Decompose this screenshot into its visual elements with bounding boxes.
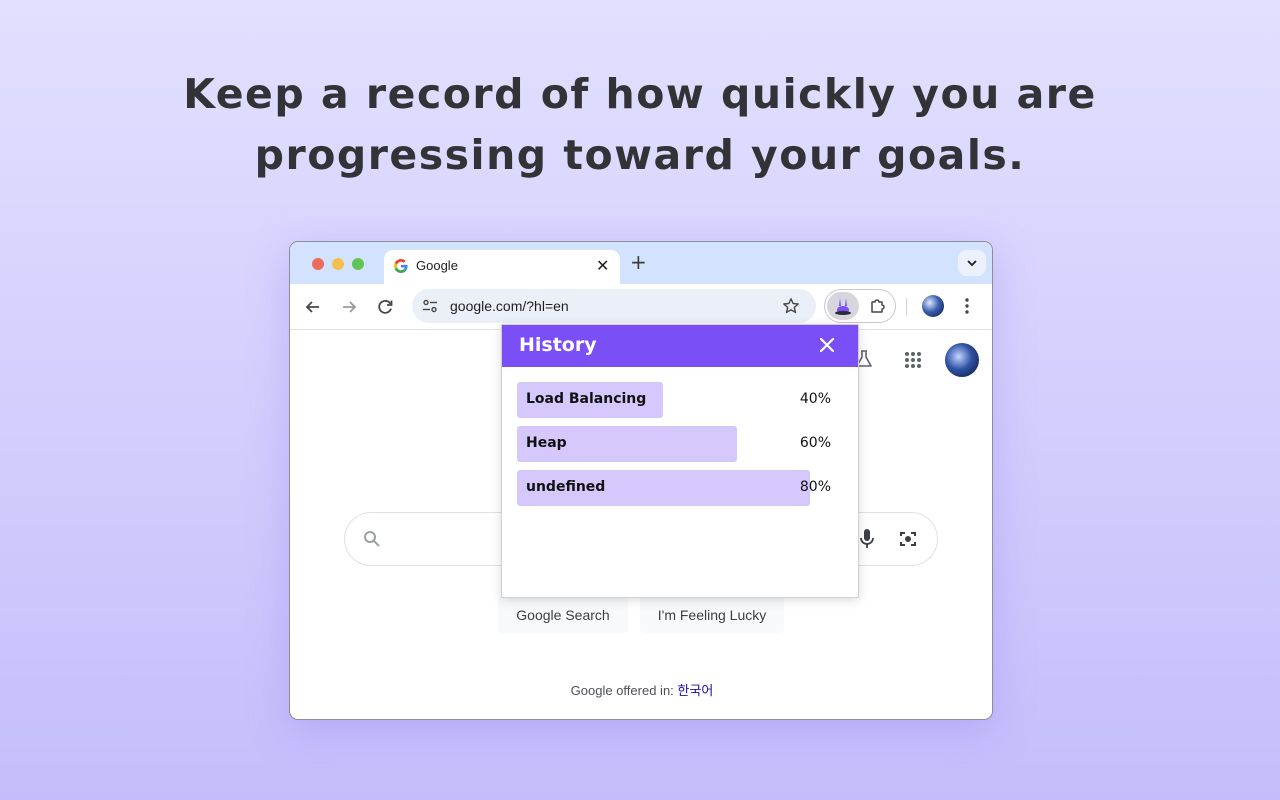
headline: Keep a record of how quickly you are pro…	[0, 64, 1280, 186]
popup-title: History	[519, 334, 597, 356]
bookmark-star-icon[interactable]	[782, 297, 800, 315]
profile-avatar[interactable]	[922, 295, 944, 317]
tab-close-icon[interactable]: ✕	[596, 257, 609, 275]
search-icon	[364, 531, 380, 547]
extensions-group	[824, 289, 896, 323]
history-item[interactable]: Load Balancing 40%	[517, 382, 833, 418]
history-item-percent: 40%	[799, 391, 831, 407]
close-window-button[interactable]	[312, 258, 324, 270]
address-bar[interactable]: google.com/?hl=en	[412, 289, 816, 323]
history-item-label: Load Balancing	[526, 391, 647, 407]
headline-line-2: progressing toward your goals.	[254, 131, 1026, 179]
microphone-icon[interactable]	[859, 528, 875, 550]
history-item-label: Heap	[526, 435, 567, 451]
chevron-down-icon	[967, 260, 977, 267]
extensions-puzzle-icon[interactable]	[869, 297, 887, 315]
google-account-avatar[interactable]	[945, 343, 979, 377]
offered-in-label: Google offered in:	[570, 683, 674, 698]
feeling-lucky-button[interactable]: I'm Feeling Lucky	[640, 597, 784, 633]
minimize-window-button[interactable]	[332, 258, 344, 270]
new-tab-icon[interactable]: +	[630, 252, 647, 272]
extension-button[interactable]	[827, 292, 859, 320]
more-options-icon[interactable]	[964, 296, 970, 316]
tab-google[interactable]: Google ✕	[384, 250, 620, 284]
bunny-extension-icon	[835, 298, 851, 315]
popup-header: History	[502, 325, 858, 367]
headline-line-1: Keep a record of how quickly you are	[183, 70, 1097, 118]
forward-arrow-icon[interactable]	[338, 296, 360, 318]
back-arrow-icon[interactable]	[302, 296, 324, 318]
tab-strip: Google ✕ +	[290, 242, 992, 284]
offered-in-line: Google offered in: 한국어	[290, 680, 992, 699]
language-link-korean[interactable]: 한국어	[677, 683, 713, 698]
tab-title: Google	[416, 258, 458, 273]
history-item-percent: 80%	[799, 479, 831, 495]
history-item-label: undefined	[526, 479, 606, 495]
camera-lens-icon[interactable]	[897, 528, 919, 550]
tab-search-button[interactable]	[958, 250, 986, 276]
google-search-button[interactable]: Google Search	[498, 597, 628, 633]
google-apps-icon[interactable]	[904, 351, 922, 369]
history-item[interactable]: Heap 60%	[517, 426, 833, 462]
url-text: google.com/?hl=en	[450, 298, 569, 314]
history-item[interactable]: undefined 80%	[517, 470, 833, 506]
reload-icon[interactable]	[374, 296, 396, 318]
toolbar-divider	[906, 298, 907, 316]
history-popup: History Load Balancing 40% Heap 60% unde…	[501, 324, 859, 598]
google-g-icon	[394, 259, 408, 273]
maximize-window-button[interactable]	[352, 258, 364, 270]
history-item-percent: 60%	[799, 435, 831, 451]
site-settings-icon[interactable]	[422, 298, 438, 314]
close-icon[interactable]	[818, 336, 836, 354]
